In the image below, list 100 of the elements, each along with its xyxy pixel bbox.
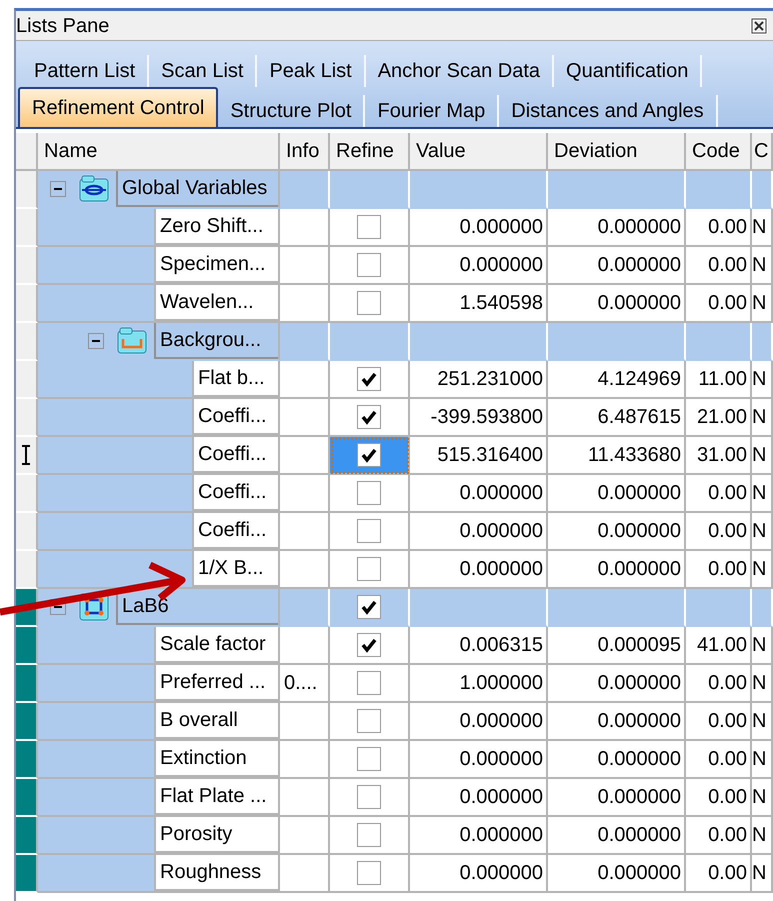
tab[interactable]: Fourier Map [365,95,500,127]
checkbox[interactable] [357,595,381,619]
table-cell: 0.00 [686,703,752,741]
collapse-icon[interactable] [50,599,66,615]
table-cell: N [752,399,773,437]
table-cell: 0.000000 [548,209,686,247]
table-cell: 4.124969 [548,361,686,399]
table-cell: 0.00 [686,475,752,513]
table-cell: 6.487615 [548,399,686,437]
table-cell [686,171,752,209]
column-header[interactable]: Value [410,133,548,171]
table-cell [752,589,773,627]
table-cell: 0.00 [686,551,752,589]
table-cell: B overall [154,703,278,739]
checkbox[interactable] [357,747,381,771]
text-cursor-icon [21,445,31,465]
header-corner [16,133,38,171]
table-cell: N [752,247,773,285]
table-cell: N [752,779,773,817]
checkbox[interactable] [357,291,381,315]
table-cell: -399.593800 [410,399,548,437]
table-cell: Zero Shift... [154,209,278,245]
column-header[interactable]: Code [686,133,752,171]
table-cell: N [752,855,773,893]
checkbox[interactable] [357,519,381,543]
table-cell: 0.... [280,665,330,703]
checkbox[interactable] [357,367,381,391]
table-cell: Flat b... [192,361,278,397]
table-cell: 0.00 [686,741,752,779]
collapse-icon[interactable] [50,181,66,197]
column-header[interactable]: Deviation [548,133,686,171]
tab[interactable]: Anchor Scan Data [366,55,554,87]
column-header[interactable]: Refine [330,133,410,171]
table-cell: Flat Plate ... [154,779,278,815]
table-cell: N [752,665,773,703]
checkbox[interactable] [357,557,381,581]
table-cell: N [752,817,773,855]
checkbox[interactable] [357,633,381,657]
table-cell: 0.000000 [410,741,548,779]
tab[interactable]: Quantification [554,55,702,87]
close-icon[interactable] [751,18,767,34]
table-cell: N [752,361,773,399]
table-cell: 0.00 [686,779,752,817]
table-cell: Roughness [154,855,278,891]
table-cell: 0.000095 [548,627,686,665]
table-cell: Coeffi... [192,475,278,511]
checkbox[interactable] [357,443,381,467]
checkbox[interactable] [357,481,381,505]
table-cell: 11.00 [686,361,752,399]
table-cell [686,589,752,627]
table-cell: 515.316400 [410,437,548,475]
table-cell: 0.000000 [410,475,548,513]
table-cell: 0.00 [686,285,752,323]
checkbox[interactable] [357,215,381,239]
checkbox[interactable] [357,785,381,809]
table-cell: N [752,209,773,247]
column-header[interactable]: Info [280,133,330,171]
table-cell: Extinction [154,741,278,777]
table-cell [686,323,752,361]
table-cell: 0.000000 [548,551,686,589]
table-cell: 0.000000 [410,209,548,247]
checkbox[interactable] [357,405,381,429]
tab[interactable]: Peak List [257,55,366,87]
checkbox[interactable] [357,823,381,847]
table-cell: 0.000000 [410,779,548,817]
checkbox[interactable] [357,861,381,885]
table-cell: N [752,741,773,779]
table-cell: 0.000000 [410,513,548,551]
column-header[interactable]: C [752,133,773,171]
tab[interactable]: Distances and Angles [499,95,718,127]
checkbox[interactable] [357,253,381,277]
tree-node[interactable]: Backgrou... [154,323,278,359]
table-cell: 41.00 [686,627,752,665]
table-cell: Wavelen... [154,285,278,321]
checkbox[interactable] [357,671,381,695]
table-cell: 0.000000 [548,247,686,285]
table-cell: 21.00 [686,399,752,437]
table-cell: Preferred ... [154,665,278,701]
table-cell: 0.00 [686,513,752,551]
tab[interactable]: Structure Plot [218,95,366,127]
pane-title: Lists Pane [16,14,110,38]
column-header[interactable]: Name [38,133,280,171]
checkbox[interactable] [357,709,381,733]
table-cell: 0.00 [686,817,752,855]
table-cell: 0.000000 [548,665,686,703]
table-cell: N [752,703,773,741]
table-cell: 251.231000 [410,361,548,399]
table-cell [752,323,773,361]
table-cell: 0.00 [686,665,752,703]
collapse-icon[interactable] [88,333,104,349]
table-cell: 0.000000 [548,475,686,513]
tree-node[interactable]: Global Variables [116,171,278,207]
table-cell: N [752,551,773,589]
table-cell: 0.000000 [410,855,548,893]
table-cell: 0.000000 [410,247,548,285]
table-cell: N [752,285,773,323]
table-cell: 0.000000 [410,703,548,741]
table-cell: 0.000000 [548,817,686,855]
table-cell: 1.000000 [410,665,548,703]
tab[interactable]: Refinement Control [18,87,218,127]
